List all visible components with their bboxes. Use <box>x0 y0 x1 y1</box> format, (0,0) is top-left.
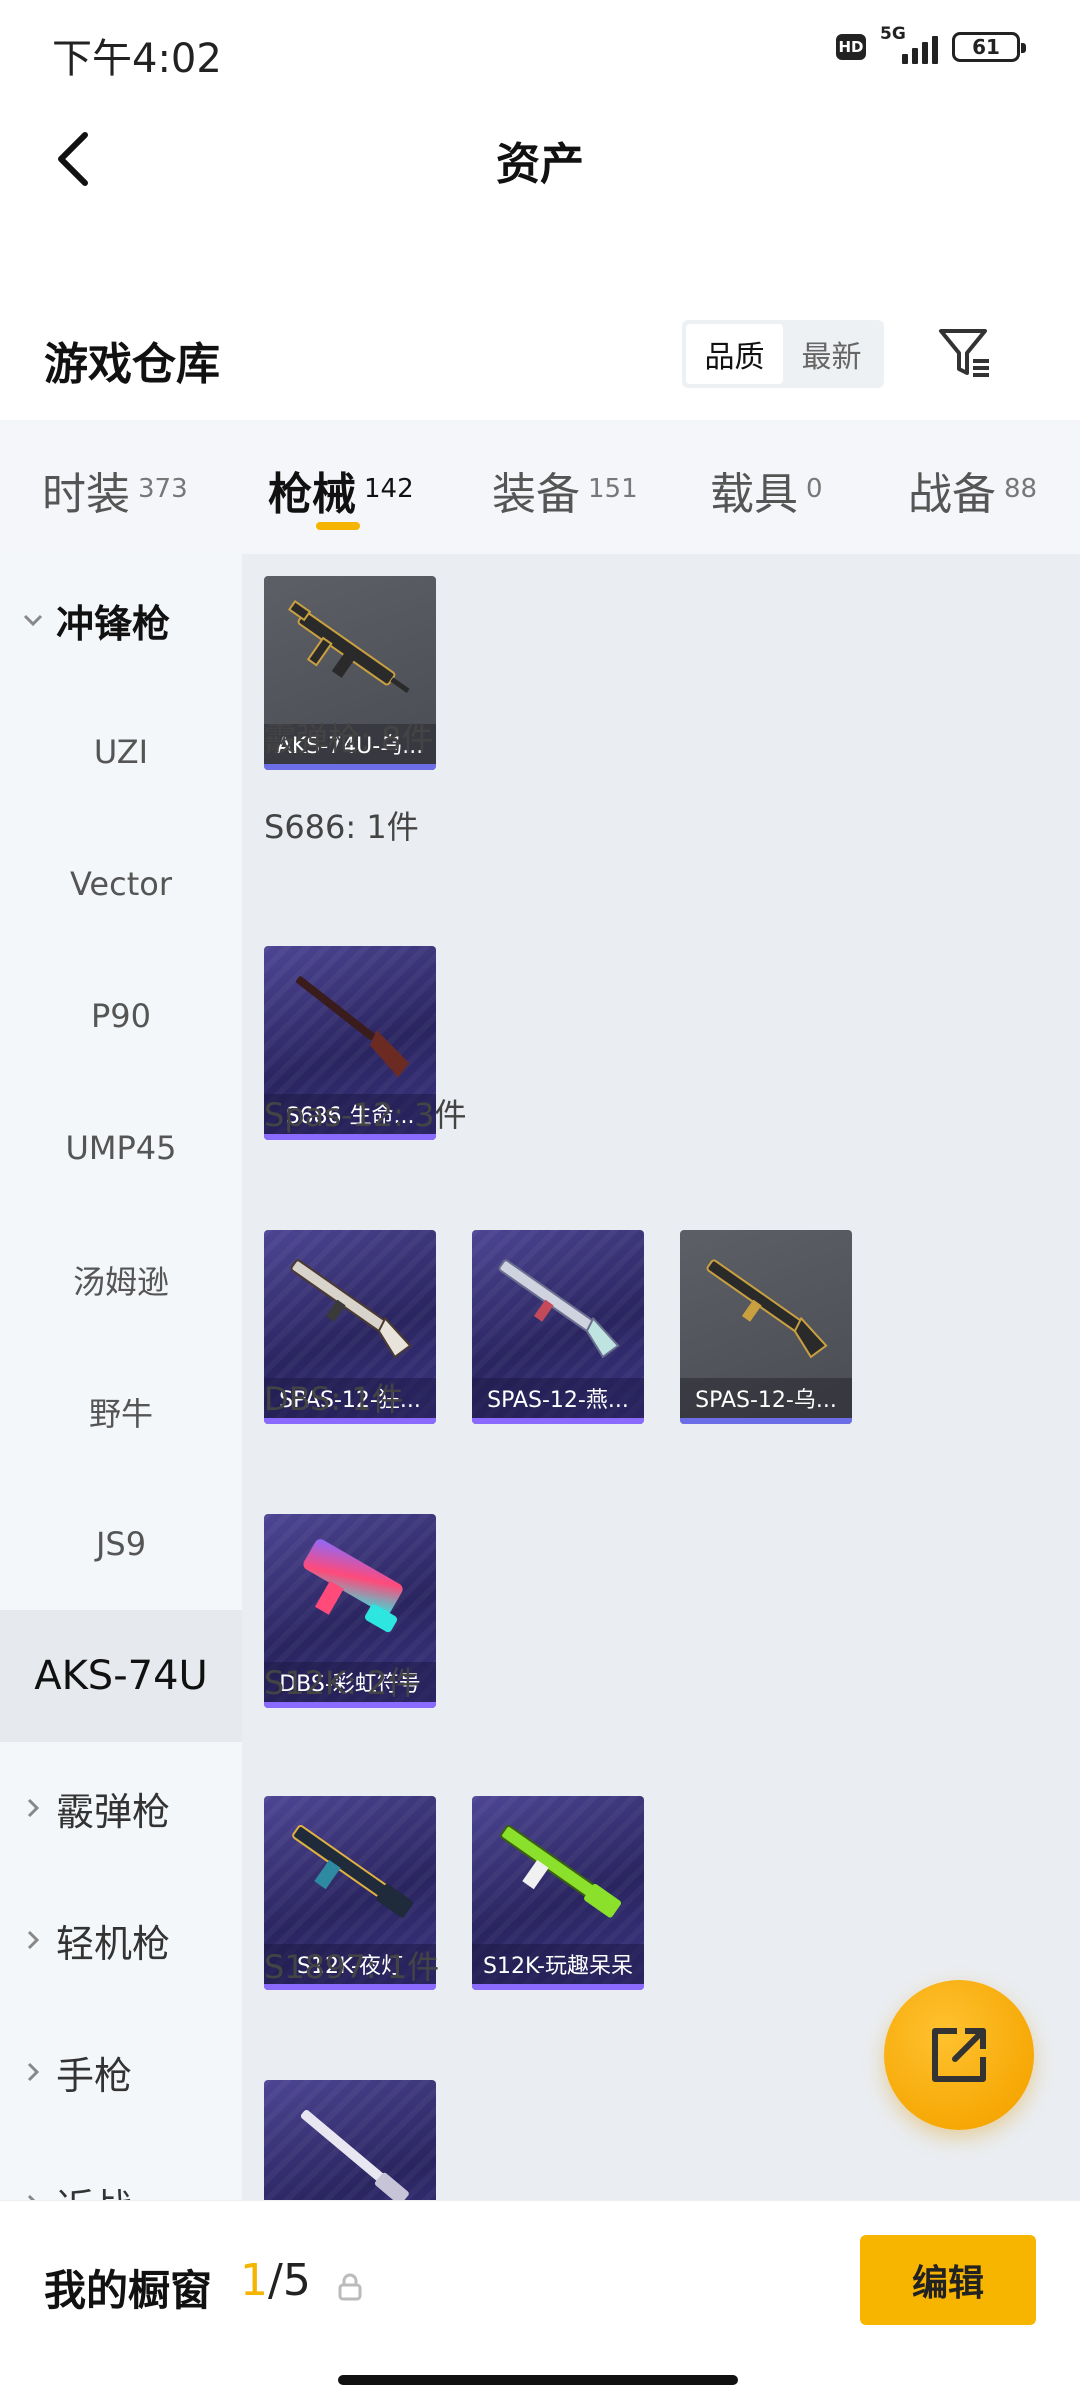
tab-label: 枪械 <box>268 469 356 520</box>
sidebar-item-aks74u[interactable]: AKS-74U <box>0 1610 242 1742</box>
tab-fashion[interactable]: 时装 373 <box>42 458 188 522</box>
shotgun-icon <box>300 2109 409 2200</box>
sidebar-item-vector[interactable]: Vector <box>0 818 242 950</box>
weapon-type-sidebar: 冲锋枪 UZI Vector P90 UMP45 汤姆逊 野牛 JS9 AKS-… <box>0 554 242 2200</box>
sidebar-group-label: 近战 <box>56 2177 132 2201</box>
sidebar-group-smg[interactable]: 冲锋枪 <box>0 554 242 686</box>
sidebar-group-pistol[interactable]: 手枪 <box>0 2006 242 2138</box>
sort-toggle: 品质 最新 <box>682 320 884 388</box>
status-time: 下午4:02 <box>52 36 222 82</box>
category-title: 霰弹枪: 8件 <box>264 720 434 758</box>
rarity-bar <box>472 1984 644 1990</box>
status-bar: 下午4:02 HD 5G 61 <box>0 0 1080 100</box>
sidebar-group-label: 霰弹枪 <box>56 1789 171 1834</box>
tab-count: 0 <box>806 474 823 504</box>
page-title: 资产 <box>496 139 584 190</box>
tab-count: 373 <box>138 474 188 504</box>
group-title: S1897: 1件 <box>264 1948 440 1986</box>
shotgun-icon <box>500 1824 622 1918</box>
sidebar-group-melee[interactable]: 近战 <box>0 2138 242 2200</box>
sidebar-item-js9[interactable]: JS9 <box>0 1478 242 1610</box>
group-title: S12K: 2件 <box>264 1664 420 1702</box>
sidebar-item-ump45[interactable]: UMP45 <box>0 1082 242 1214</box>
sidebar-item-bizon[interactable]: 野牛 <box>0 1346 242 1478</box>
tab-label: 装备 <box>492 469 580 520</box>
weapon-card[interactable]: SPAS-12-乌... <box>680 1230 852 1424</box>
weapon-card[interactable]: S12K-玩趣呆呆 <box>472 1796 644 1990</box>
weapon-card-name: SPAS-12-乌... <box>680 1378 852 1418</box>
smg-icon <box>287 599 410 693</box>
share-button[interactable] <box>884 1980 1034 2130</box>
tab-supplies[interactable]: 战备 88 <box>908 458 1037 522</box>
shotgun-icon <box>295 976 410 1078</box>
filter-button[interactable] <box>930 318 1000 388</box>
chevron-right-icon <box>20 1795 46 1821</box>
sidebar-group-label: 冲锋枪 <box>56 601 171 646</box>
rarity-bar <box>264 764 436 770</box>
weapon-grid: AKS-74U-乌... 霰弹枪: 8件 S686: 1件 S686-生命...… <box>242 554 1080 2200</box>
battery-icon: 61 <box>952 32 1026 62</box>
sidebar-group-label: 轻机枪 <box>56 1921 171 1966</box>
sidebar-group-lmg[interactable]: 轻机枪 <box>0 1874 242 2006</box>
shotgun-icon <box>290 1259 412 1359</box>
status-icons: HD 5G 61 <box>836 24 1026 64</box>
tab-equipment[interactable]: 装备 151 <box>492 458 638 522</box>
network-type: 5G <box>880 24 906 44</box>
showcase-count: 1/5 <box>240 2255 311 2306</box>
warehouse-title: 游戏仓库 <box>44 339 220 390</box>
sidebar-item-uzi[interactable]: UZI <box>0 686 242 818</box>
share-external-icon <box>932 2028 986 2082</box>
chevron-right-icon <box>20 2191 46 2200</box>
hd-icon: HD <box>836 34 866 60</box>
tab-vehicles[interactable]: 载具 0 <box>710 458 823 522</box>
showcase-current: 1 <box>240 2255 268 2306</box>
sort-quality-button[interactable]: 品质 <box>686 324 783 384</box>
home-indicator[interactable] <box>338 2375 738 2385</box>
rarity-bar <box>472 1418 644 1424</box>
showcase-label: 我的橱窗 <box>44 2266 213 2315</box>
rarity-bar <box>680 1418 852 1424</box>
tab-weapons[interactable]: 枪械 142 <box>268 458 414 522</box>
active-tab-indicator <box>316 522 360 530</box>
lock-icon <box>338 2273 362 2301</box>
showcase-total: /5 <box>268 2255 311 2306</box>
weapon-card-name: S12K-玩趣呆呆 <box>472 1944 644 1984</box>
sidebar-group-label: 手枪 <box>56 2053 133 2098</box>
sidebar-group-shotgun[interactable]: 霰弹枪 <box>0 1742 242 1874</box>
shotgun-icon <box>706 1259 828 1359</box>
tab-count: 142 <box>364 474 414 504</box>
category-tabs: 时装 373 枪械 142 装备 151 载具 0 战备 88 <box>0 420 1080 554</box>
signal-icon: 5G <box>880 24 938 64</box>
group-title: DBS: 1件 <box>264 1380 404 1418</box>
group-title: Spas-12: 3件 <box>264 1096 467 1134</box>
battery-level: 61 <box>972 35 1000 59</box>
weapon-card[interactable]: SPAS-12-燕... <box>472 1230 644 1424</box>
chevron-right-icon <box>20 1927 46 1953</box>
showcase-bar: 我的橱窗 1/5 编辑 <box>0 2200 1080 2400</box>
group-title: S686: 1件 <box>264 808 419 846</box>
header: 资产 <box>0 100 1080 220</box>
weapon-card-name: SPAS-12-燕... <box>472 1378 644 1418</box>
sidebar-item-thompson[interactable]: 汤姆逊 <box>0 1214 242 1346</box>
tab-count: 88 <box>1004 474 1038 504</box>
filter-icon <box>939 329 989 377</box>
tab-label: 载具 <box>710 469 798 520</box>
edit-button[interactable]: 编辑 <box>860 2235 1036 2325</box>
shotgun-icon <box>292 1824 414 1918</box>
weapon-card[interactable] <box>264 2080 436 2200</box>
chevron-right-icon <box>20 2059 46 2085</box>
tab-label: 战备 <box>908 469 996 520</box>
tab-count: 151 <box>588 474 638 504</box>
shotgun-icon <box>303 1539 403 1633</box>
chevron-down-icon <box>20 607 46 633</box>
shotgun-icon <box>498 1259 620 1359</box>
sidebar-item-p90[interactable]: P90 <box>0 950 242 1082</box>
tab-label: 时装 <box>42 469 130 520</box>
sort-newest-button[interactable]: 最新 <box>783 324 880 384</box>
